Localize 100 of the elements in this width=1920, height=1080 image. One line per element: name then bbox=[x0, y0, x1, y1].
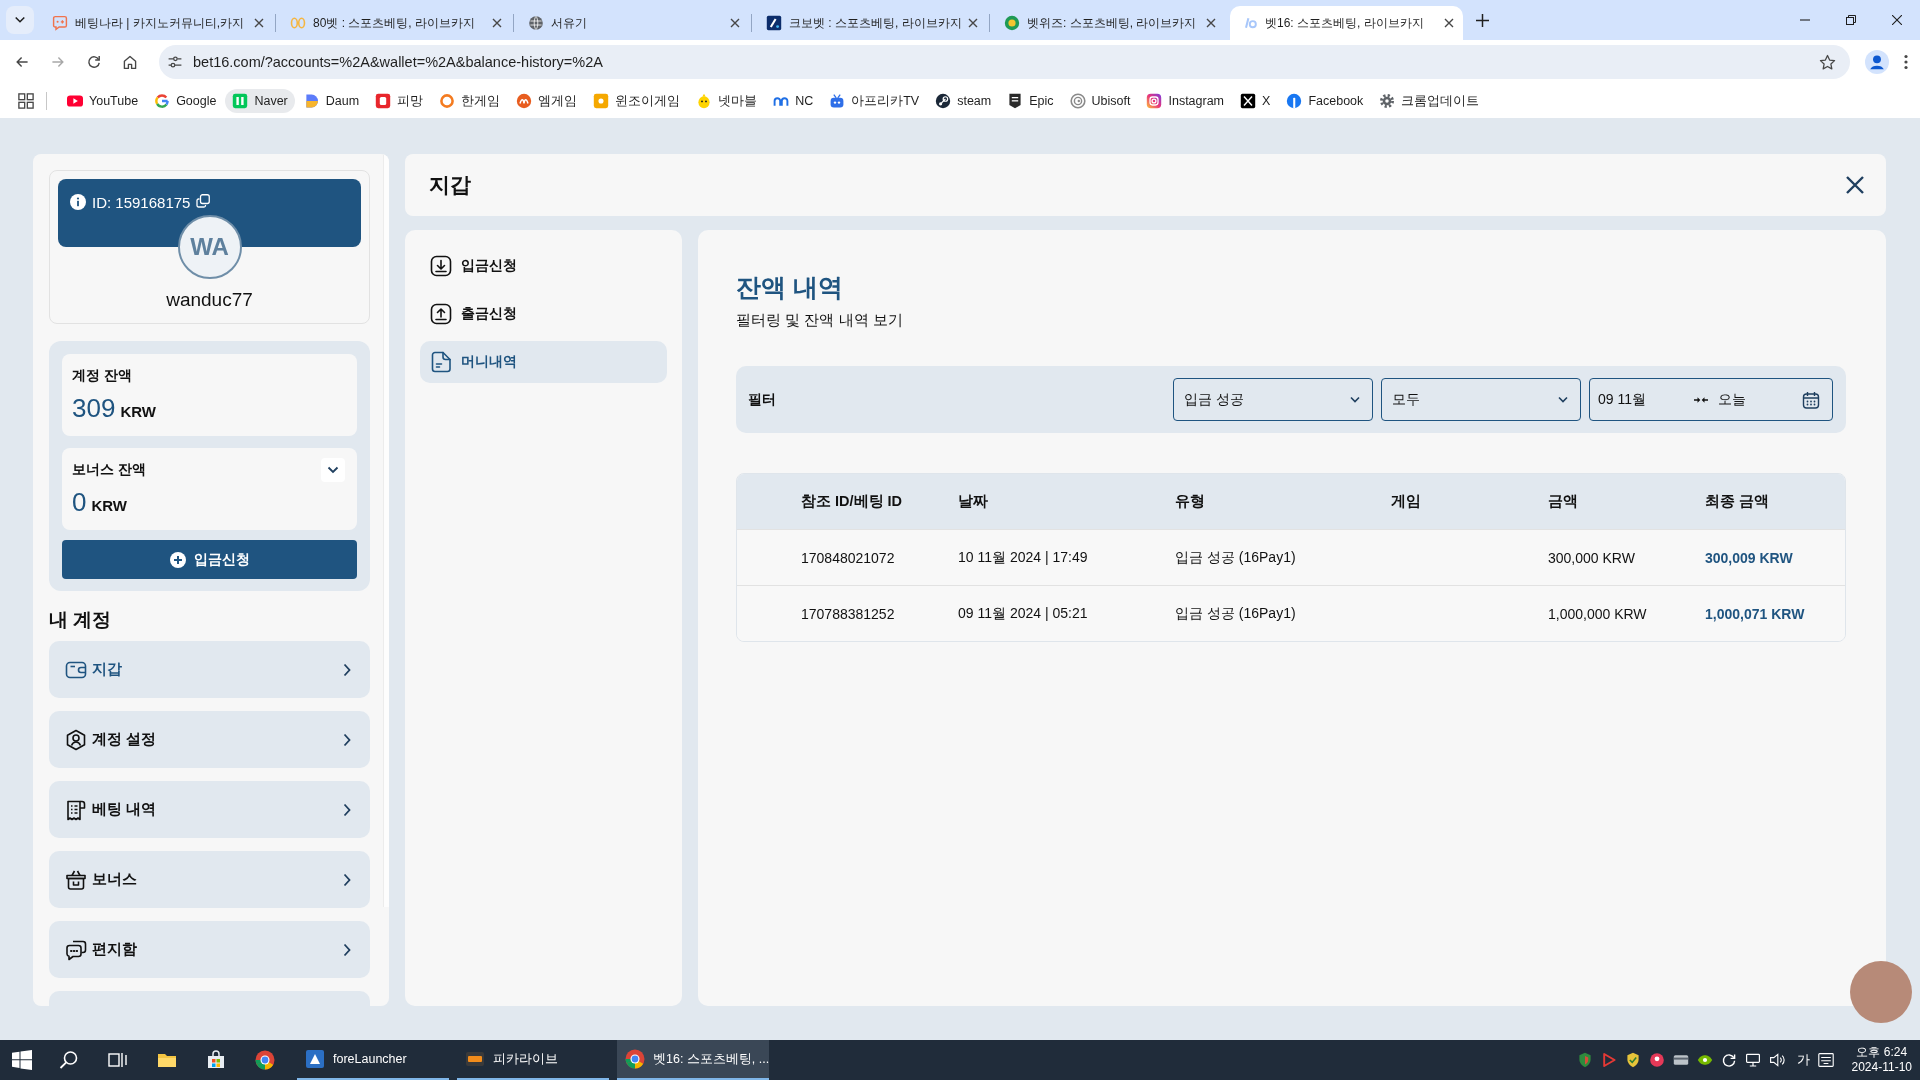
table-cell-text: 1,000,000 KRW bbox=[1548, 605, 1648, 622]
bookmark[interactable]: 넷마블 bbox=[689, 88, 765, 114]
square-logo-icon bbox=[375, 93, 392, 109]
bookmark[interactable]: 피망 bbox=[368, 88, 431, 114]
bookmark[interactable]: Instagram bbox=[1139, 89, 1232, 113]
table-cell-text: 입금 성공 (16Pay1) bbox=[1175, 548, 1297, 567]
task-view-icon[interactable] bbox=[107, 1050, 128, 1070]
close-icon[interactable] bbox=[968, 18, 978, 28]
close-icon[interactable] bbox=[1845, 175, 1865, 195]
page-title: 지갑 bbox=[429, 172, 471, 198]
taskbar-window-button[interactable]: 피카라이브 bbox=[457, 1040, 609, 1080]
copy-icon[interactable] bbox=[196, 194, 211, 208]
menu-item[interactable]: 베팅 내역 bbox=[49, 781, 370, 838]
chevron-down-icon bbox=[1350, 396, 1360, 403]
expand-button[interactable] bbox=[321, 458, 345, 482]
address-bar[interactable]: bet16.com/?accounts=%2A&wallet=%2A&balance-history=%2A bbox=[159, 45, 1850, 79]
clock-date[interactable]: 2024-11-10 bbox=[1851, 1060, 1912, 1075]
browser-tab[interactable]: 80벳 : 스포츠베팅, 라이브카지 bbox=[278, 6, 511, 40]
profile-icon[interactable] bbox=[1865, 50, 1889, 74]
submenu-item[interactable]: 머니내역 bbox=[420, 341, 667, 383]
slanted-mark-icon bbox=[1242, 15, 1258, 31]
bookmark[interactable]: Naver bbox=[225, 89, 295, 113]
tab-search-button[interactable] bbox=[6, 6, 34, 34]
close-icon[interactable] bbox=[1206, 18, 1216, 28]
bookmark[interactable]: 아프리카TV bbox=[822, 88, 927, 114]
play-icon[interactable] bbox=[1600, 1052, 1617, 1068]
bookmark[interactable]: X bbox=[1233, 89, 1278, 113]
start-icon[interactable] bbox=[12, 1050, 32, 1070]
close-icon[interactable] bbox=[1892, 15, 1902, 25]
menu-item[interactable]: 보너스 bbox=[49, 851, 370, 908]
ring-icon bbox=[154, 93, 171, 109]
menu-item[interactable]: 편지함 bbox=[49, 921, 370, 978]
browser-tab[interactable]: 벳위즈: 스포츠베팅, 라이브카지 bbox=[992, 6, 1225, 40]
download-icon bbox=[430, 255, 452, 277]
menu-item[interactable]: 지갑 bbox=[49, 641, 370, 698]
disc-logo-icon bbox=[935, 93, 952, 109]
play-icon bbox=[67, 93, 83, 109]
tune-icon[interactable] bbox=[167, 54, 183, 70]
bookmark[interactable]: 한게임 bbox=[432, 88, 508, 114]
deposit-button[interactable]: 입금신청 bbox=[62, 540, 357, 579]
bookmark[interactable]: 크롬업데이트 bbox=[1372, 88, 1487, 114]
bookmark[interactable]: Ubisoft bbox=[1062, 89, 1138, 113]
user-id: ID: 159168175 bbox=[92, 194, 191, 211]
more-icon[interactable] bbox=[1904, 54, 1908, 70]
menu-item[interactable]: 계정 설정 bbox=[49, 711, 370, 768]
tile-logo-icon bbox=[465, 1049, 485, 1069]
status-select[interactable]: 입금 성공 bbox=[1173, 378, 1373, 421]
network-icon[interactable] bbox=[1744, 1052, 1761, 1068]
eye-icon[interactable] bbox=[1696, 1052, 1713, 1068]
date-range-field[interactable]: 09 11월 오늘 bbox=[1589, 378, 1833, 421]
segmented-disc-icon[interactable] bbox=[254, 1050, 275, 1070]
taskbar-window-button[interactable]: foreLauncher bbox=[297, 1040, 449, 1080]
scrollbar-thumb[interactable] bbox=[383, 154, 389, 907]
tv-icon bbox=[829, 93, 846, 109]
double-ring-icon bbox=[290, 15, 306, 31]
plus-icon[interactable] bbox=[1475, 13, 1489, 27]
browser-tab[interactable]: 베팅나라 | 카지노커뮤니티,카지 bbox=[40, 6, 273, 40]
bookmark[interactable]: Facebook bbox=[1279, 89, 1371, 113]
bookmark[interactable]: steam bbox=[928, 89, 999, 113]
search-icon[interactable] bbox=[58, 1050, 79, 1070]
close-icon[interactable] bbox=[492, 18, 502, 28]
bookmark[interactable]: 윈조이게임 bbox=[586, 88, 688, 114]
bookmark[interactable]: YouTube bbox=[60, 89, 146, 113]
bookmark[interactable]: Epic bbox=[1000, 89, 1061, 113]
input-mode-indicator[interactable]: 가 bbox=[1796, 1051, 1810, 1069]
disc-logo-icon[interactable] bbox=[1648, 1052, 1665, 1068]
square-logo-icon bbox=[593, 93, 610, 109]
browser-tab[interactable]: 크보벳 : 스포츠베팅, 라이브카지 bbox=[754, 6, 987, 40]
plus-circle-icon bbox=[169, 551, 186, 568]
home-icon[interactable] bbox=[122, 54, 138, 70]
shopping-bag-icon[interactable] bbox=[205, 1050, 226, 1070]
browser-tab[interactable]: 벳16: 스포츠베팅, 라이브카지 bbox=[1230, 6, 1463, 40]
close-icon[interactable] bbox=[730, 18, 740, 28]
close-icon[interactable] bbox=[254, 18, 264, 28]
bookmark[interactable]: NC bbox=[766, 89, 821, 113]
grid-icon[interactable] bbox=[18, 93, 34, 109]
volume-icon[interactable] bbox=[1768, 1052, 1785, 1068]
submenu-item[interactable]: 입금신청 bbox=[420, 245, 667, 287]
bookmark[interactable]: Google bbox=[147, 89, 224, 113]
bookmark[interactable]: 엠게임 bbox=[509, 88, 585, 114]
browser-tab[interactable]: 서유기 bbox=[516, 6, 749, 40]
star-icon[interactable] bbox=[1819, 53, 1836, 71]
taskbar-window-button[interactable]: 벳16: 스포츠베팅, ... bbox=[617, 1040, 769, 1080]
game-select[interactable]: 모두 bbox=[1381, 378, 1581, 421]
bookmark[interactable]: Daum bbox=[296, 89, 367, 113]
card-icon[interactable] bbox=[1672, 1052, 1689, 1068]
disc-logo-icon bbox=[1286, 93, 1303, 109]
submenu-item[interactable]: 출금신청 bbox=[420, 293, 667, 335]
clock-time[interactable]: 오후 6:24 bbox=[1856, 1045, 1908, 1060]
shield-icon[interactable] bbox=[1624, 1052, 1641, 1068]
circle-arrow-icon[interactable] bbox=[1720, 1052, 1737, 1068]
keyboard-icon[interactable] bbox=[1817, 1052, 1834, 1068]
table-cell-text: 300,000 KRW bbox=[1548, 549, 1636, 566]
basket-icon bbox=[65, 868, 87, 891]
calendar-icon bbox=[1802, 390, 1820, 409]
restore-icon[interactable] bbox=[1846, 15, 1856, 25]
column-header: 날짜 bbox=[958, 492, 989, 511]
ring-icon bbox=[439, 93, 456, 109]
reload-icon[interactable] bbox=[86, 54, 102, 70]
close-icon[interactable] bbox=[1444, 18, 1454, 28]
